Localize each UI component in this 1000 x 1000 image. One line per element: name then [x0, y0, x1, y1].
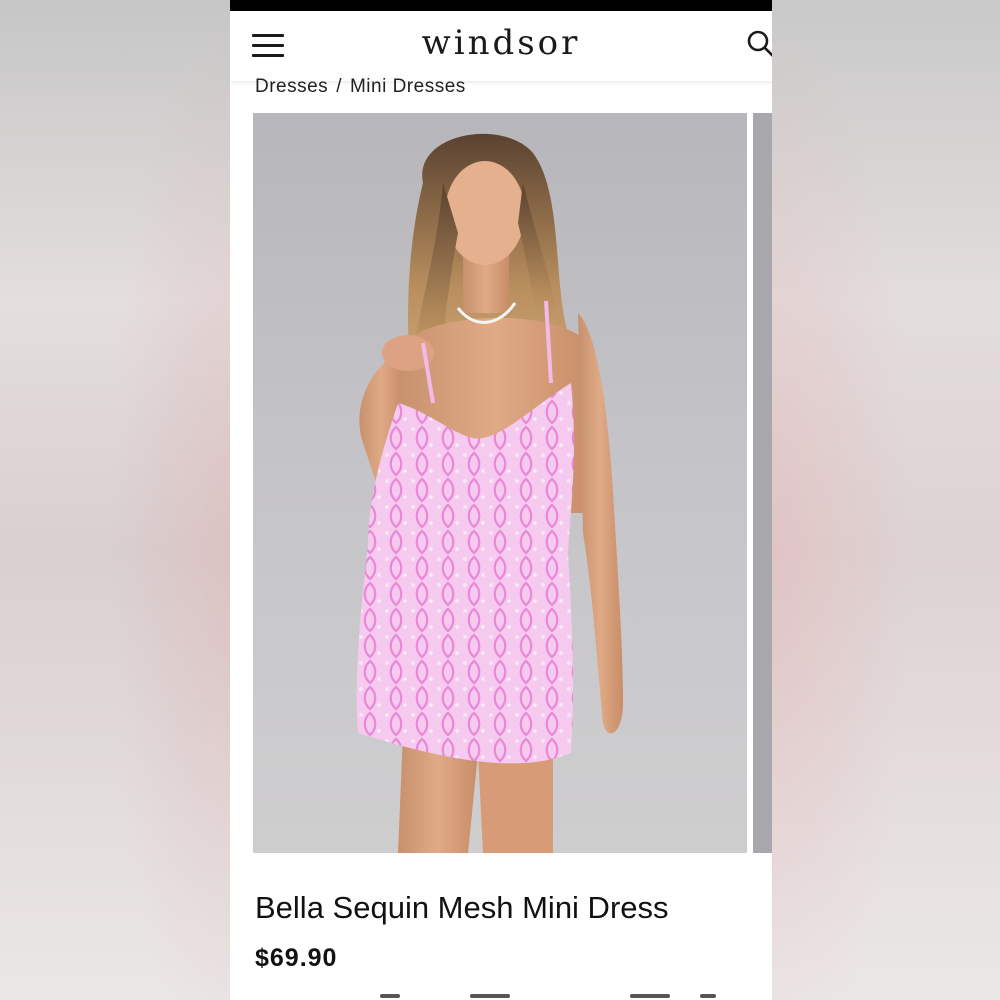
- search-icon[interactable]: [746, 29, 772, 59]
- breadcrumb-item-mini-dresses[interactable]: Mini Dresses: [350, 76, 466, 97]
- cutoff-content: [380, 994, 730, 1000]
- product-title: Bella Sequin Mesh Mini Dress: [255, 890, 669, 925]
- next-product-photo[interactable]: [753, 113, 772, 853]
- phone-screen: windsor Dresses / Mini Dresses Bella Seq…: [230, 0, 772, 1000]
- breadcrumb-separator: /: [336, 76, 342, 97]
- breadcrumb: Dresses / Mini Dresses: [255, 76, 466, 98]
- site-header: windsor: [230, 11, 772, 81]
- breadcrumb-item-dresses[interactable]: Dresses: [255, 76, 328, 97]
- background-right-blur: [772, 0, 1000, 1000]
- background-left-blur: [0, 0, 230, 1000]
- status-bar: [230, 0, 772, 11]
- product-photo[interactable]: [253, 113, 747, 853]
- product-price: $69.90: [255, 944, 338, 972]
- model-illustration: [356, 133, 623, 853]
- brand-logo[interactable]: windsor: [230, 23, 772, 63]
